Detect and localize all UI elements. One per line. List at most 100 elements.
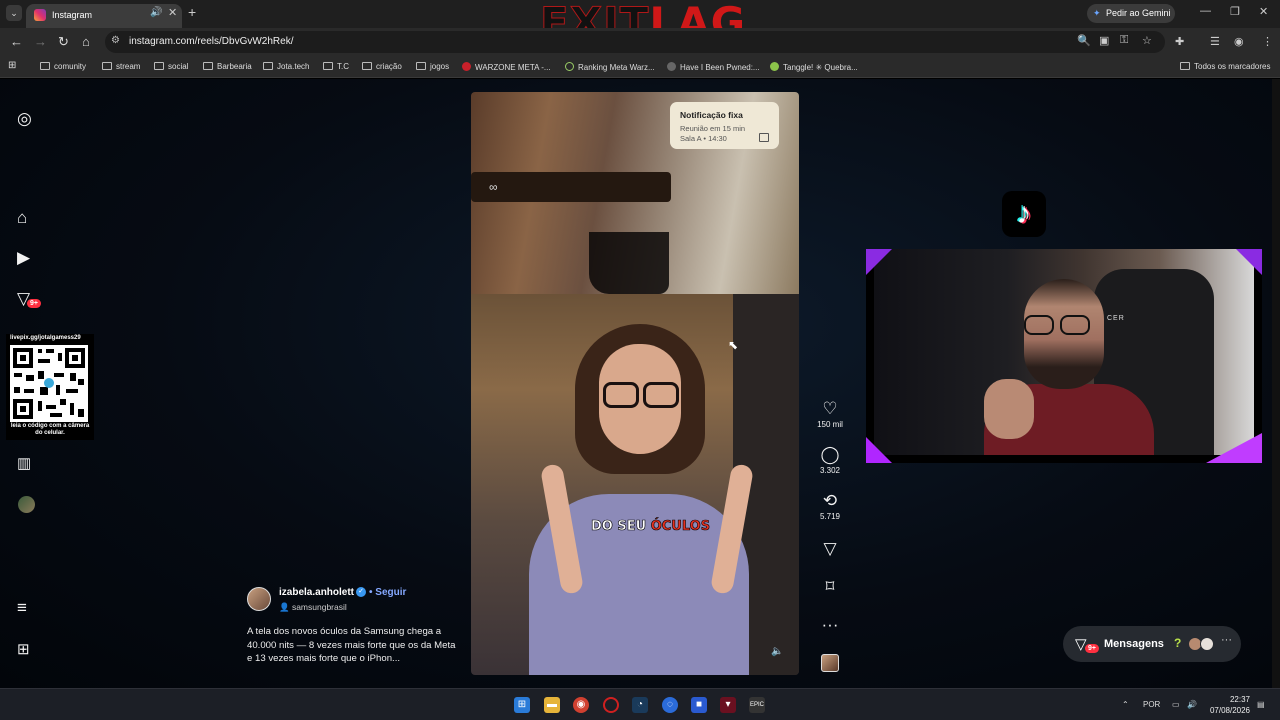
bookmark-folder[interactable]: jogos xyxy=(416,62,449,71)
folder-icon xyxy=(263,62,273,70)
notification-line2: Sala A • 14:30 xyxy=(680,134,727,143)
gemini-button[interactable]: ✦ Pedir ao Gemini xyxy=(1087,4,1175,23)
battlenet-icon[interactable]: ◌ xyxy=(662,697,678,713)
bookmark-folder[interactable]: social xyxy=(154,62,188,71)
audio-thumbnail[interactable] xyxy=(821,654,839,672)
folder-icon xyxy=(102,62,112,70)
reading-list-icon[interactable]: ☰ xyxy=(1210,35,1220,48)
volume-tray-icon[interactable]: 🔊 xyxy=(1187,700,1197,709)
bookmark-link[interactable]: Have I Been Pwned:... xyxy=(667,62,760,72)
close-tab-icon[interactable]: ✕ xyxy=(168,6,177,19)
system-clock[interactable]: 22:37 07/08/2026 xyxy=(1206,694,1250,716)
maximize-button[interactable]: ❐ xyxy=(1230,5,1240,18)
tab-list-button[interactable]: ⌄ xyxy=(6,5,22,21)
bookmark-star-icon[interactable]: ☆ xyxy=(1142,34,1152,47)
reel-video[interactable]: ∞ Notificação fixa Reunião em 15 min Sal… xyxy=(471,92,799,675)
notifications-center-icon[interactable]: ▤ xyxy=(1257,700,1265,709)
follow-button[interactable]: • Seguir xyxy=(369,587,406,598)
minimize-button[interactable]: — xyxy=(1200,5,1211,17)
ellipsis-icon[interactable]: ··· xyxy=(812,616,848,634)
tanggle-icon xyxy=(770,62,779,71)
comment-action[interactable]: ◯ 3.302 xyxy=(812,446,848,476)
extensions-icon[interactable]: ✚ xyxy=(1175,35,1184,48)
heart-icon[interactable]: ♡ xyxy=(812,400,848,418)
browser-tab-bar: ⌄ Instagram 🔊 ✕ + EXITLAG ✦ Pedir ao Gem… xyxy=(0,0,1280,48)
zoom-icon[interactable]: 🔍 xyxy=(1077,34,1091,47)
instagram-logo-icon[interactable]: ◎ xyxy=(17,109,32,129)
all-bookmarks-folder[interactable]: Todos os marcadores xyxy=(1180,62,1270,71)
more-options-action[interactable]: ··· xyxy=(812,616,848,634)
home-icon[interactable]: ⌂ xyxy=(17,208,27,228)
bookmark-folder[interactable]: criação xyxy=(362,62,402,71)
collaborator[interactable]: 👤 samsungbrasil xyxy=(279,602,347,613)
menu-kebab-icon[interactable]: ⋮ xyxy=(1262,35,1273,48)
share-send-icon[interactable]: ▽ xyxy=(812,540,848,558)
language-indicator[interactable]: POR xyxy=(1143,700,1160,709)
bookmark-folder[interactable]: Jota.tech xyxy=(263,62,309,71)
site-info-icon[interactable]: ⚙ xyxy=(111,35,120,46)
profile-avatar[interactable] xyxy=(18,496,35,513)
clock-time: 22:37 xyxy=(1229,695,1250,704)
folder-icon xyxy=(323,62,333,70)
bookmark-link[interactable]: Tanggle! ✳ Quebra... xyxy=(770,62,858,72)
bookmark-folder[interactable]: stream xyxy=(102,62,140,71)
share-action[interactable]: ▽ xyxy=(812,540,848,558)
comment-icon[interactable]: ◯ xyxy=(812,446,848,464)
qr-url-text: livepix.gg/jotalgamess29 xyxy=(10,335,81,341)
install-app-icon[interactable]: ▣ xyxy=(1099,34,1109,47)
apps-grid-icon[interactable]: ⊞ xyxy=(8,60,16,71)
like-action[interactable]: ♡ 150 mil xyxy=(812,400,848,430)
meta-logo-icon: ∞ xyxy=(489,180,498,194)
gemini-label: Pedir ao Gemini xyxy=(1106,8,1171,18)
video-caption: DO SEU ÓCULOS xyxy=(591,519,711,535)
messages-pill[interactable]: ▽ 9+ Mensagens ? ··· xyxy=(1063,626,1241,662)
repost-action[interactable]: ⟲ 5.719 xyxy=(812,492,848,522)
more-menu-icon[interactable]: ≡ xyxy=(17,598,27,618)
bookmark-folder[interactable]: Barbearia xyxy=(203,62,252,71)
close-window-button[interactable]: ✕ xyxy=(1259,5,1268,18)
new-tab-button[interactable]: + xyxy=(188,4,196,20)
messages-badge: 9+ xyxy=(1085,644,1099,653)
chrome-icon[interactable]: ◉ xyxy=(573,697,589,713)
app-icon[interactable]: ■ xyxy=(691,697,707,713)
save-action[interactable]: ⌑ xyxy=(812,578,848,596)
meta-apps-icon[interactable]: ⊞ xyxy=(17,640,30,658)
webcam-hand xyxy=(984,379,1034,439)
tray-overflow-icon[interactable]: ⌃ xyxy=(1122,700,1129,709)
reels-icon[interactable]: ▶ xyxy=(17,248,30,268)
opera-gx-icon[interactable] xyxy=(603,697,619,713)
file-explorer-icon[interactable]: ▬ xyxy=(544,697,560,713)
page-scrollbar[interactable] xyxy=(1272,79,1280,688)
tab-instagram[interactable]: Instagram 🔊 ✕ xyxy=(26,4,182,28)
ellipsis-icon[interactable]: ··· xyxy=(1221,634,1232,646)
omnibox[interactable]: ⚙ instagram.com/reels/DbvGvW2hRek/ 🔍 ▣ ⚿… xyxy=(105,31,1165,53)
bookmark-link[interactable]: Ranking Meta Warz... xyxy=(565,62,655,72)
app-icon[interactable]: ▾ xyxy=(720,697,736,713)
bookmark-folder[interactable]: T.C xyxy=(323,62,349,71)
author-avatar[interactable] xyxy=(247,587,271,611)
back-button[interactable]: ← xyxy=(10,34,23,49)
bookmark-link[interactable]: WARZONE META -... xyxy=(462,62,551,72)
volume-icon[interactable]: 🔈 xyxy=(771,646,783,657)
post-description[interactable]: A tela dos novos óculos da Samsung chega… xyxy=(247,625,457,666)
steam-icon[interactable]: ◔ xyxy=(632,697,648,713)
audio-playing-icon[interactable]: 🔊 xyxy=(150,7,162,18)
home-button[interactable]: ⌂ xyxy=(82,34,90,49)
dashboard-icon[interactable]: ▥ xyxy=(17,454,31,472)
bookmark-icon[interactable]: ⌑ xyxy=(812,578,848,596)
profile-icon[interactable]: ◉ xyxy=(1234,35,1244,48)
forward-button[interactable]: → xyxy=(34,34,47,49)
calendar-icon xyxy=(759,133,769,142)
reload-button[interactable]: ↻ xyxy=(58,34,69,50)
password-key-icon[interactable]: ⚿ xyxy=(1120,34,1128,47)
author-username[interactable]: izabela.anholett xyxy=(279,587,354,598)
glasses-left-lens xyxy=(603,382,639,408)
network-icon[interactable]: ▭ xyxy=(1172,700,1180,709)
windows-start-icon[interactable]: ⊞ xyxy=(514,697,530,713)
qr-instruction-text: leia o código com a câmera do celular. xyxy=(10,423,90,436)
bookmark-folder[interactable]: comunity xyxy=(40,62,86,71)
repost-icon[interactable]: ⟲ xyxy=(812,492,848,510)
url-text[interactable]: instagram.com/reels/DbvGvW2hRek/ xyxy=(129,36,294,47)
glasses-frame xyxy=(471,172,671,202)
epic-games-icon[interactable]: EPIC xyxy=(749,697,765,713)
